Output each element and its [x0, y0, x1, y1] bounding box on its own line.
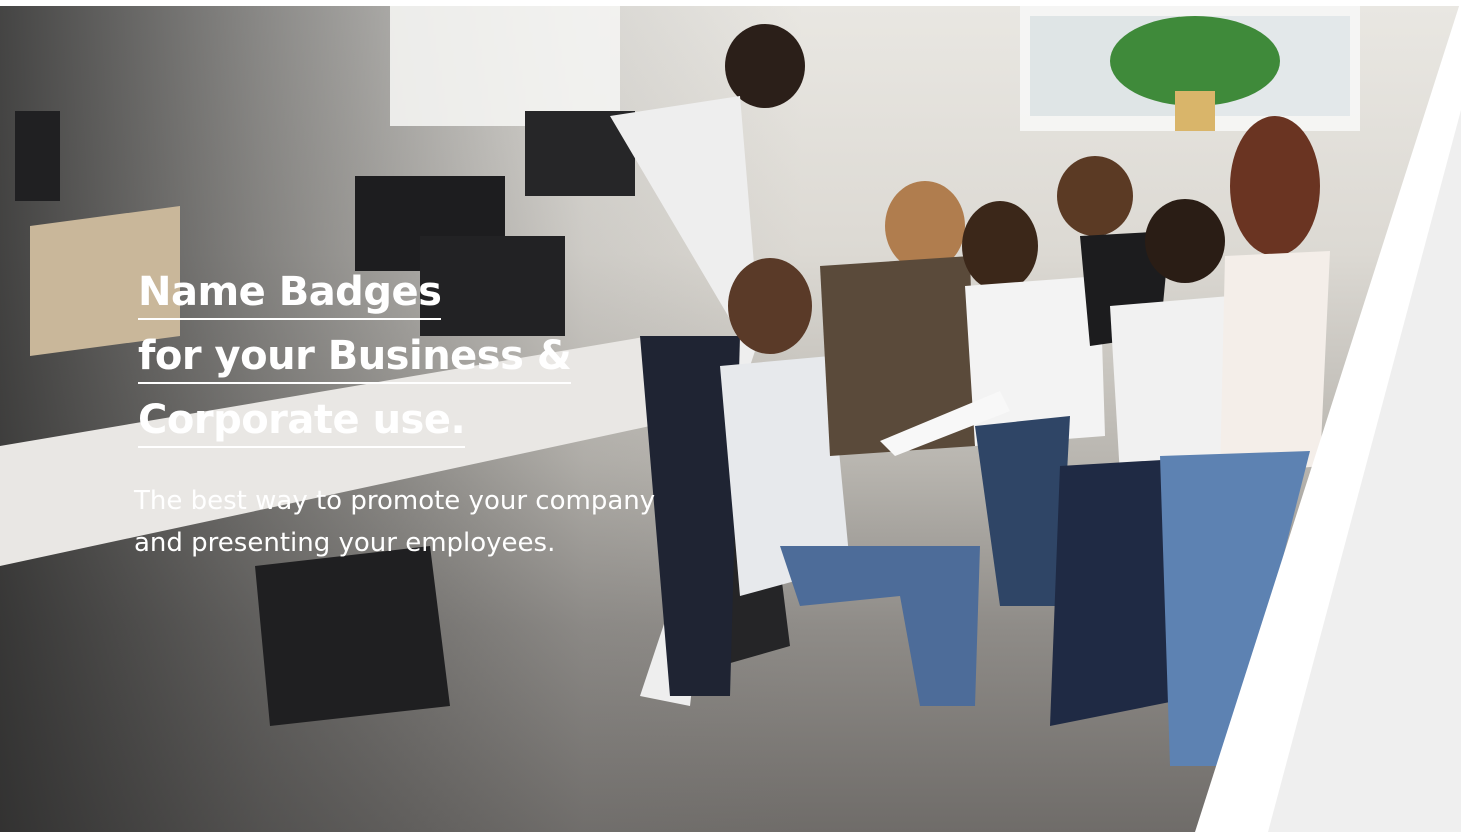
headline-line-1: Name Badges — [138, 266, 442, 320]
headline-line-2: for your Business & — [138, 330, 572, 384]
subheadline: The best way to promote your company and… — [134, 480, 655, 564]
headline-line-3: Corporate use. — [138, 394, 466, 448]
subheadline-line-2: and presenting your employees. — [134, 528, 556, 558]
headline: Name Badges for your Business & Corporat… — [138, 266, 572, 458]
hero-banner: Name Badges for your Business & Corporat… — [0, 0, 1461, 832]
subheadline-line-1: The best way to promote your company — [134, 486, 656, 516]
